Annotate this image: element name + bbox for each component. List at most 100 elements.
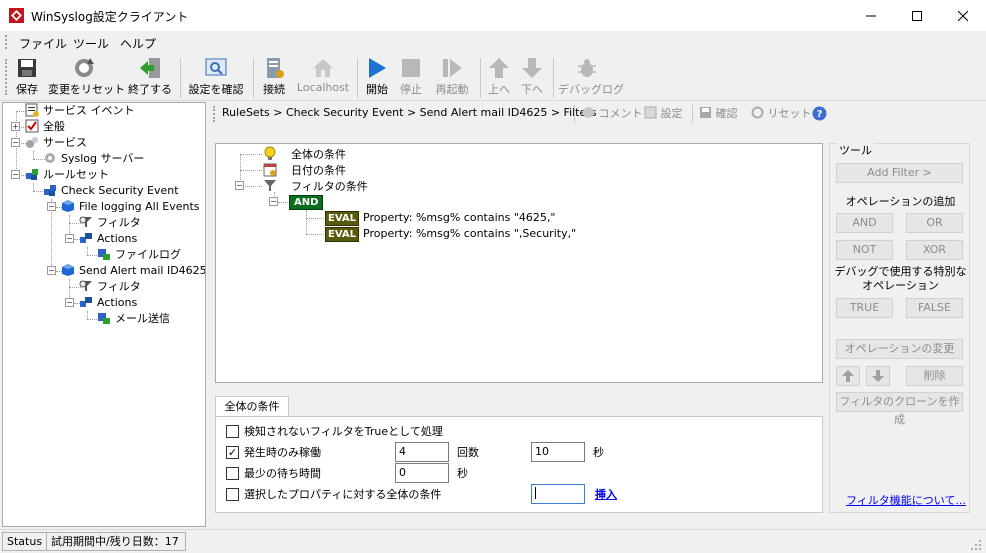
verify-config-button[interactable]: 設定を確認 bbox=[186, 56, 246, 100]
maximize-button[interactable] bbox=[894, 0, 940, 31]
tree-item-general[interactable]: 全般 bbox=[25, 119, 65, 135]
and-button[interactable]: AND bbox=[836, 213, 893, 233]
tree-item-services[interactable]: サービス bbox=[25, 135, 87, 151]
delete-button[interactable]: 削除 bbox=[906, 366, 963, 386]
tree-item-filter-1[interactable]: フィルタ bbox=[79, 215, 141, 231]
move-up-button[interactable]: 上へ bbox=[485, 56, 513, 100]
help-icon[interactable]: ? bbox=[812, 106, 827, 121]
filter-tree-line bbox=[306, 234, 324, 235]
property-global-condition-checkbox[interactable] bbox=[226, 488, 239, 501]
collapse-rulesets-toggle[interactable]: − bbox=[11, 170, 20, 179]
navigation-tree[interactable]: + − − − − − − サービス イベント 全般 サービス Syslog サ… bbox=[2, 102, 206, 527]
collapse-and-toggle[interactable]: − bbox=[269, 197, 278, 206]
date-conditions-node[interactable]: 日付の条件 bbox=[263, 162, 346, 178]
toolbar-separator bbox=[253, 58, 254, 98]
add-filter-button[interactable]: Add Filter > bbox=[836, 163, 963, 183]
collapse-file-logging-toggle[interactable]: − bbox=[47, 202, 56, 211]
expand-general-toggle[interactable]: + bbox=[11, 122, 20, 131]
tree-item-send-mail[interactable]: メール送信 bbox=[97, 311, 170, 327]
global-conditions-node[interactable]: 全体の条件 bbox=[263, 146, 346, 162]
save-button[interactable]: 保存 bbox=[12, 56, 42, 100]
filter-tree-view[interactable]: − − 全体の条件 日付の条件 フィルタの条件 AND EVAL Property… bbox=[215, 143, 823, 383]
tree-item-send-alert-mail[interactable]: Send Alert mail ID4625 bbox=[61, 263, 205, 279]
tab-global-conditions[interactable]: 全体の条件 bbox=[215, 396, 289, 417]
tree-item-label: メール送信 bbox=[115, 312, 170, 325]
occurrence-unit-label: 回数 bbox=[457, 446, 479, 459]
reset-button[interactable]: リセット bbox=[751, 105, 812, 121]
toolbar-separator bbox=[480, 58, 481, 98]
tree-item-file-logging-all-events[interactable]: File logging All Events bbox=[61, 199, 200, 215]
not-button[interactable]: NOT bbox=[836, 240, 893, 260]
occurrence-seconds-input[interactable]: 10 bbox=[531, 442, 585, 462]
general-icon bbox=[25, 119, 39, 133]
menu-help[interactable]: ヘルプ bbox=[120, 35, 156, 52]
filter-icon bbox=[264, 180, 276, 191]
insert-link[interactable]: 挿入 bbox=[595, 486, 617, 502]
tree-item-syslog-server[interactable]: Syslog サーバー bbox=[43, 151, 144, 167]
menu-tools[interactable]: ツール bbox=[73, 35, 109, 52]
stop-button[interactable]: 停止 bbox=[397, 56, 425, 100]
about-filter-link[interactable]: フィルタ機能について... bbox=[846, 492, 966, 508]
tree-item-label: ファイルログ bbox=[115, 248, 181, 261]
condition-row[interactable]: EVAL Property: %msg% contains ",Security,… bbox=[325, 226, 576, 242]
toolbar-separator bbox=[553, 58, 554, 98]
collapse-services-toggle[interactable]: − bbox=[11, 138, 20, 147]
debug-log-button[interactable]: デバッグログ bbox=[558, 56, 624, 100]
fire-only-if-checkbox[interactable]: ✓ bbox=[226, 446, 239, 459]
minimize-button[interactable] bbox=[848, 0, 894, 31]
tree-item-service-events[interactable]: サービス イベント bbox=[25, 103, 135, 119]
reset-changes-button[interactable]: 変更をリセット bbox=[48, 56, 125, 100]
tree-item-actions-1[interactable]: Actions bbox=[79, 231, 137, 247]
tree-item-label: フィルタ bbox=[97, 280, 141, 293]
settings-button[interactable]: 設定 bbox=[644, 105, 683, 121]
minimum-wait-checkbox[interactable] bbox=[226, 467, 239, 480]
collapse-send-alert-toggle[interactable]: − bbox=[47, 266, 56, 275]
action-item-icon bbox=[98, 313, 110, 324]
and-operator-node[interactable]: AND bbox=[289, 194, 324, 210]
confirm-button[interactable]: 確認 bbox=[699, 105, 738, 121]
tree-item-check-security-event[interactable]: Check Security Event bbox=[43, 183, 179, 199]
close-button[interactable] bbox=[940, 0, 986, 31]
tree-item-actions-2[interactable]: Actions bbox=[79, 295, 137, 311]
occurrence-count-input[interactable]: 4 bbox=[395, 442, 449, 462]
property-condition-input[interactable] bbox=[531, 484, 585, 504]
debug-operations-label: デバッグで使用する特別なオペレーション bbox=[834, 265, 967, 292]
filter-conditions-node[interactable]: フィルタの条件 bbox=[263, 178, 368, 194]
start-label: 開始 bbox=[366, 83, 388, 96]
exit-button[interactable]: 終了する bbox=[126, 56, 174, 100]
condition-row[interactable]: EVAL Property: %msg% contains "4625," bbox=[325, 210, 555, 226]
date-conditions-label: 日付の条件 bbox=[291, 164, 346, 177]
comment-button[interactable]: コメント bbox=[582, 105, 643, 121]
change-operation-button[interactable]: オペレーションの変更 bbox=[836, 339, 963, 359]
false-button[interactable]: FALSE bbox=[906, 298, 963, 318]
collapse-filter-conditions-toggle[interactable]: − bbox=[235, 181, 244, 190]
tree-item-rulesets[interactable]: ルールセット bbox=[25, 167, 109, 183]
start-button[interactable]: 開始 bbox=[363, 56, 391, 100]
move-down-button[interactable]: 下へ bbox=[518, 56, 546, 100]
minimum-wait-input[interactable]: 0 bbox=[395, 463, 449, 483]
move-down-small-button[interactable] bbox=[866, 366, 890, 386]
menu-file[interactable]: ファイル bbox=[19, 35, 67, 52]
collapse-actions-2-toggle[interactable]: − bbox=[65, 298, 74, 307]
eval-badge: EVAL bbox=[325, 227, 360, 242]
tools-panel-title: ツール bbox=[837, 142, 874, 158]
localhost-button[interactable]: Localhost bbox=[295, 56, 351, 100]
restart-button[interactable]: 再起動 bbox=[432, 56, 472, 100]
resize-grip-icon[interactable] bbox=[970, 539, 982, 551]
reset-label: リセット bbox=[767, 107, 812, 120]
true-button[interactable]: TRUE bbox=[836, 298, 893, 318]
move-up-label: 上へ bbox=[488, 83, 510, 96]
move-up-small-button[interactable] bbox=[836, 366, 860, 386]
localhost-label: Localhost bbox=[296, 81, 350, 94]
connect-button[interactable]: 接続 bbox=[258, 56, 290, 100]
tree-item-label: Actions bbox=[97, 296, 138, 309]
global-conditions-pane: 検知されないフィルタをTrueとして処理 ✓ 発生時のみ稼働 4 回数 10 秒… bbox=[215, 416, 823, 513]
filter-icon bbox=[79, 216, 92, 227]
treat-unknown-as-true-checkbox[interactable] bbox=[226, 425, 239, 438]
tree-item-filter-2[interactable]: フィルタ bbox=[79, 279, 141, 295]
tree-item-file-log[interactable]: ファイルログ bbox=[97, 247, 181, 263]
xor-button[interactable]: XOR bbox=[906, 240, 963, 260]
collapse-actions-1-toggle[interactable]: − bbox=[65, 234, 74, 243]
or-button[interactable]: OR bbox=[906, 213, 963, 233]
clone-filter-button[interactable]: フィルタのクローンを作成 bbox=[836, 392, 963, 426]
